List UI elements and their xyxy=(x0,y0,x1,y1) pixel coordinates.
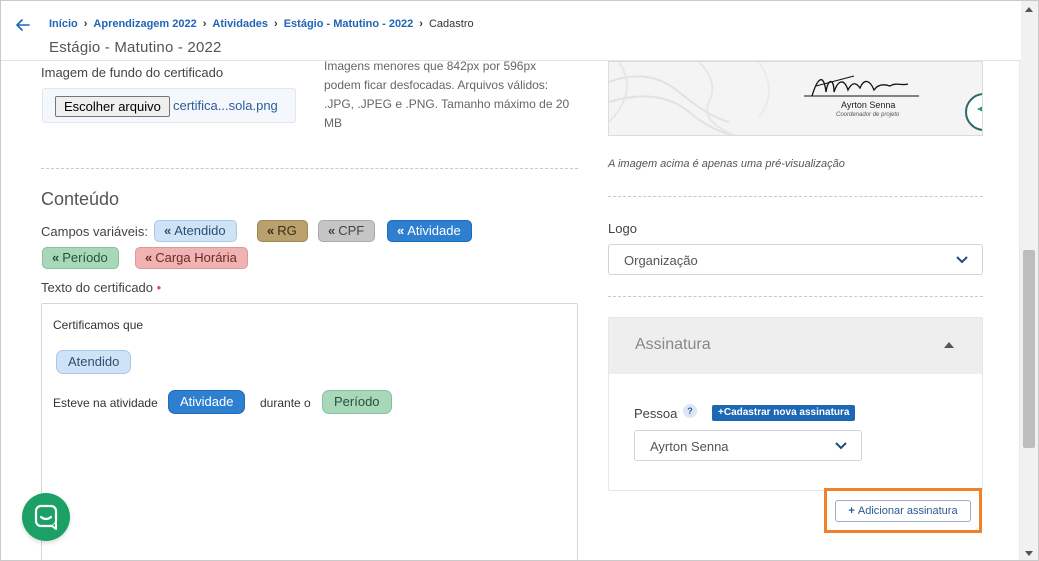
person-label: Pessoa xyxy=(634,406,678,421)
divider xyxy=(608,296,983,297)
file-hint: Imagens menores que 842px por 596px pode… xyxy=(324,59,570,130)
signature-role: Coordenador de projeto xyxy=(836,112,900,118)
logo-label: Logo xyxy=(608,221,637,236)
scrollbar-thumb[interactable] xyxy=(1023,250,1035,448)
help-icon[interactable]: ? xyxy=(683,404,697,418)
chevron-down-icon xyxy=(956,256,968,264)
plus-icon: + xyxy=(848,505,858,517)
variable-chip-atendido[interactable]: «Atendido xyxy=(154,220,237,242)
editor-chip-atendido[interactable]: Atendido xyxy=(56,350,132,374)
app-window: Início › Aprendizagem 2022 › Atividades … xyxy=(0,0,1039,561)
editor-line: durante o xyxy=(260,396,311,410)
vertical-scrollbar[interactable] xyxy=(1019,1,1038,560)
scroll-down-icon[interactable] xyxy=(1025,551,1033,556)
chevron-right-icon: › xyxy=(419,18,423,30)
file-name: certifica...sola.png xyxy=(173,98,278,113)
double-chevron-left-icon: « xyxy=(397,223,405,238)
content-section-title: Conteúdo xyxy=(41,189,120,209)
page-header: Início › Aprendizagem 2022 › Atividades … xyxy=(1,1,1021,61)
editor-chip-atividade[interactable]: Atividade xyxy=(168,390,246,414)
choose-file-button[interactable]: Escolher arquivo xyxy=(55,96,170,117)
breadcrumb-atividades[interactable]: Atividades xyxy=(212,18,268,30)
editor-line: Certificamos que xyxy=(53,318,144,332)
certificate-preview: Ayrton Senna Coordenador de projeto xyxy=(608,61,983,136)
editor-line: Esteve na atividade xyxy=(53,396,158,410)
person-select-value: Ayrton Senna xyxy=(650,439,729,454)
background-image-label: Imagem de fundo do certificado xyxy=(41,65,224,80)
preview-caption: A imagem acima é apenas uma pré-visualiz… xyxy=(608,158,845,170)
preview-background xyxy=(609,62,982,135)
editor-chip-periodo[interactable]: Período xyxy=(322,390,392,414)
breadcrumb: Início › Aprendizagem 2022 › Atividades … xyxy=(49,18,474,30)
add-signature-button[interactable]: + Adicionar assinatura xyxy=(835,500,971,522)
variables-label: Campos variáveis: xyxy=(41,224,148,239)
breadcrumb-aprendizagem[interactable]: Aprendizagem 2022 xyxy=(93,18,196,30)
required-mark: • xyxy=(156,280,162,295)
caret-up-icon[interactable] xyxy=(944,342,954,348)
file-upload-box: Escolher arquivo certifica...sola.png xyxy=(42,88,296,123)
variable-chip-rg[interactable]: «RG xyxy=(257,220,308,242)
new-signature-button[interactable]: +Cadastrar nova assinatura xyxy=(712,405,856,421)
double-chevron-left-icon: « xyxy=(328,223,336,238)
double-chevron-left-icon: « xyxy=(267,223,275,238)
variable-chip-carga-horaria[interactable]: «Carga Horária xyxy=(135,247,248,269)
chevron-right-icon: › xyxy=(202,18,207,30)
breadcrumb-current: Cadastro xyxy=(428,18,474,30)
person-select[interactable]: Ayrton Senna xyxy=(634,430,862,461)
double-chevron-left-icon: « xyxy=(52,250,60,265)
signature-image xyxy=(804,75,919,97)
signature-panel: Assinatura Pessoa ? +Cadastrar nova assi… xyxy=(608,317,983,491)
chat-icon xyxy=(34,504,58,530)
chevron-right-icon: › xyxy=(274,18,278,30)
chevron-down-icon xyxy=(835,442,847,450)
divider xyxy=(608,196,983,197)
breadcrumb-estagio[interactable]: Estágio - Matutino - 2022 xyxy=(284,18,414,30)
variable-chip-atividade[interactable]: «Atividade xyxy=(387,220,472,242)
scroll-up-icon[interactable] xyxy=(1025,7,1033,12)
logo-select-value: Organização xyxy=(624,253,698,268)
page-title: Estágio - Matutino - 2022 xyxy=(49,39,222,56)
signature-name: Ayrton Senna xyxy=(841,100,896,110)
chat-button[interactable] xyxy=(22,493,70,541)
chevron-right-icon: › xyxy=(83,18,88,30)
variable-chip-cpf[interactable]: «CPF xyxy=(318,220,376,242)
certificate-text-editor[interactable]: Certificamos que Atendido Esteve na ativ… xyxy=(41,303,578,560)
back-arrow-icon[interactable] xyxy=(13,15,33,35)
variable-chip-periodo[interactable]: «Período xyxy=(42,247,119,269)
divider xyxy=(41,168,578,169)
double-chevron-left-icon: « xyxy=(164,223,172,238)
main-content: Imagem de fundo do certificado Escolher … xyxy=(17,59,1021,560)
signature-panel-header[interactable]: Assinatura xyxy=(609,318,982,374)
double-chevron-left-icon: « xyxy=(145,250,153,265)
certificate-text-label: Texto do certificado • xyxy=(41,280,162,295)
signature-panel-title: Assinatura xyxy=(635,336,711,353)
logo-select[interactable]: Organização xyxy=(608,244,983,275)
breadcrumb-inicio[interactable]: Início xyxy=(49,18,78,30)
